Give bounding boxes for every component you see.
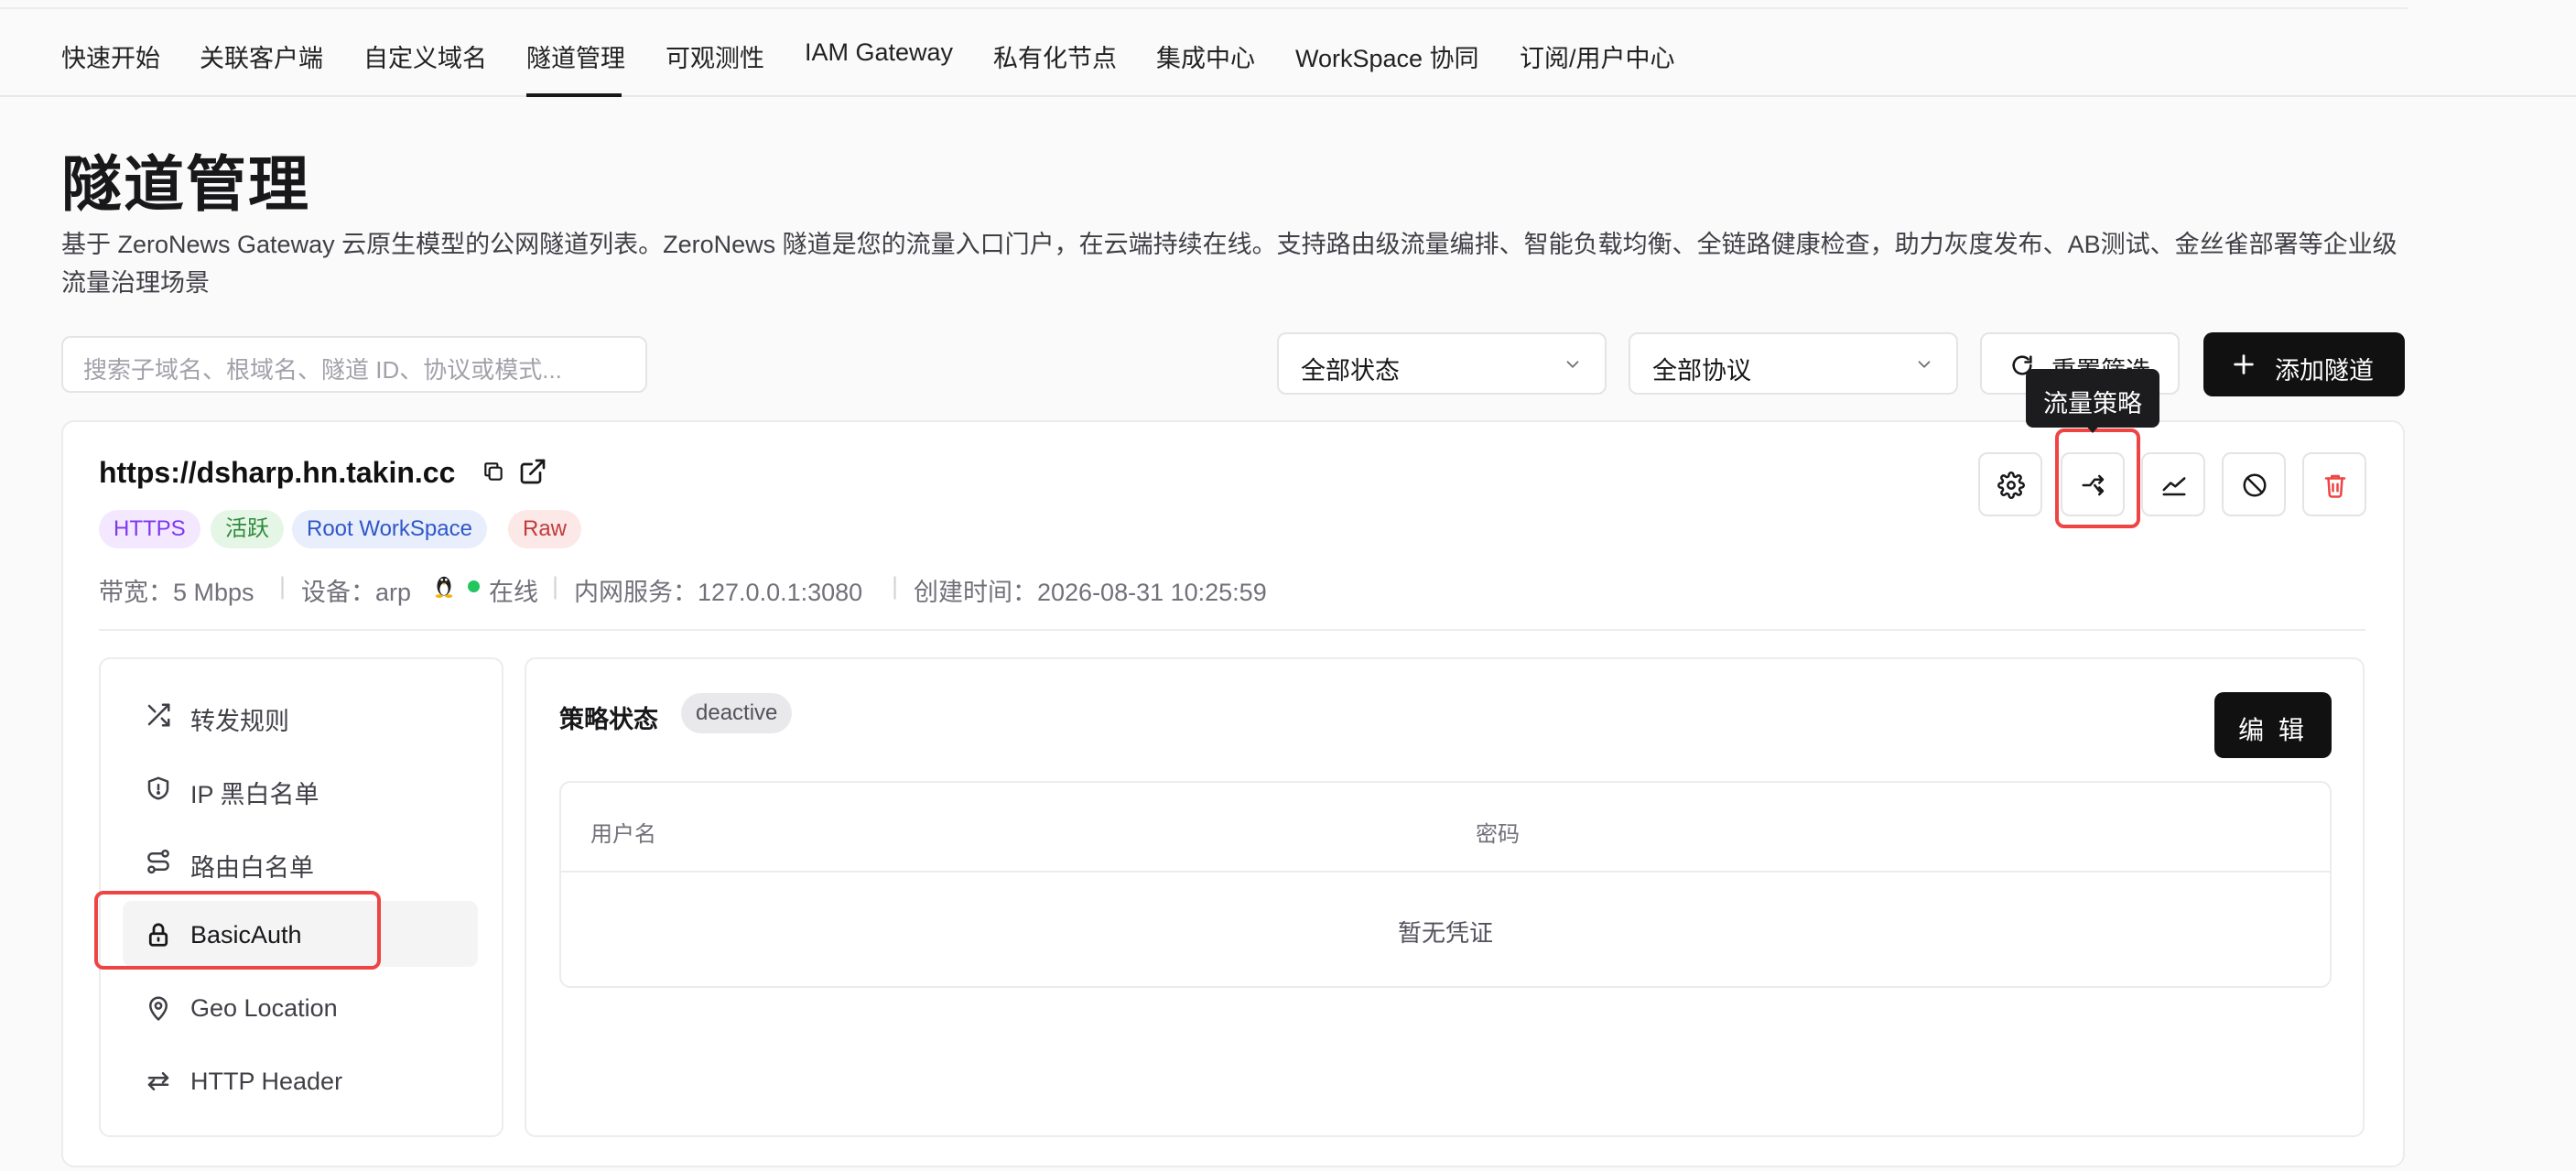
metrics-button[interactable] <box>2141 452 2205 516</box>
meta-separator: | <box>892 572 899 600</box>
menu-item-label: Geo Location <box>190 994 338 1022</box>
page-description: 基于 ZeroNews Gateway 云原生模型的公网隧道列表。ZeroNew… <box>61 231 2397 297</box>
column-header-password: 密码 <box>1476 822 1520 847</box>
service-text: 内网服务：127.0.0.1:3080 <box>574 579 863 606</box>
top-nav: 快速开始 关联客户端 自定义域名 隧道管理 可观测性 IAM Gateway 私… <box>0 9 2576 97</box>
card-divider <box>99 629 2365 631</box>
highlight-box <box>2055 428 2140 528</box>
menu-item-label: HTTP Header <box>190 1068 343 1095</box>
shield-icon <box>147 776 169 800</box>
highlight-box <box>94 891 381 970</box>
location-pin-icon <box>149 996 168 1021</box>
nav-active-indicator <box>526 93 622 97</box>
protocol-select-value: 全部协议 <box>1652 357 1751 385</box>
nav-item-quickstart[interactable]: 快速开始 <box>61 38 160 74</box>
policy-status-label: 策略状态 <box>559 706 658 733</box>
external-link-icon[interactable] <box>518 457 547 486</box>
plus-icon <box>2234 354 2254 374</box>
online-text: 在线 <box>489 579 538 606</box>
menu-item-route-whitelist[interactable]: 路由白名单 <box>145 834 474 889</box>
page-title: 隧道管理 <box>61 150 310 218</box>
menu-item-label: 转发规则 <box>190 708 289 735</box>
nav-item-private-nodes[interactable]: 私有化节点 <box>993 38 1117 74</box>
table-header-divider <box>561 871 2330 873</box>
search-input[interactable]: 搜索子域名、根域名、隧道 ID、协议或模式... <box>61 336 647 393</box>
swap-arrows-icon <box>147 1072 169 1090</box>
route-icon <box>147 849 169 874</box>
add-tunnel-label: 添加隧道 <box>2275 357 2374 385</box>
menu-item-geo-location[interactable]: Geo Location <box>145 981 474 1035</box>
meta-separator: | <box>279 572 287 600</box>
nav-item-custom-domain[interactable]: 自定义域名 <box>363 38 487 74</box>
tooltip-arrow <box>2084 424 2101 433</box>
nav-item-workspace[interactable]: WorkSpace 协同 <box>1295 38 1479 74</box>
policy-status-badge: deactive <box>681 693 793 733</box>
column-header-username: 用户名 <box>590 822 656 847</box>
nav-item-integrations[interactable]: 集成中心 <box>1156 38 1255 74</box>
copy-icon[interactable] <box>482 460 505 483</box>
nav-item-subscription[interactable]: 订阅/用户中心 <box>1520 38 1675 74</box>
empty-state-text: 暂无凭证 <box>1397 919 1493 947</box>
tunnel-url[interactable]: https://dsharp.hn.takin.cc <box>99 456 455 490</box>
edit-button[interactable]: 编 辑 <box>2214 692 2332 758</box>
online-status-dot <box>468 580 480 592</box>
mode-badge: Raw <box>508 510 582 548</box>
tooltip: 流量策略 <box>2026 369 2159 433</box>
menu-item-ip-list[interactable]: IP 黑白名单 <box>145 761 474 816</box>
settings-button[interactable] <box>1978 452 2042 516</box>
shuffle-icon <box>147 703 170 727</box>
line-chart-icon <box>2162 477 2186 496</box>
disable-button[interactable] <box>2222 452 2286 516</box>
menu-item-forward-rules[interactable]: 转发规则 <box>145 688 474 743</box>
gear-icon <box>1997 472 2025 499</box>
protocol-badge: HTTPS <box>99 510 200 548</box>
edit-button-label: 编 辑 <box>2238 716 2308 744</box>
status-select[interactable]: 全部状态 <box>1277 332 1607 395</box>
chevron-down-icon <box>1918 361 1931 368</box>
linux-icon <box>435 576 453 598</box>
ban-icon <box>2243 473 2267 497</box>
nav-item-iam-gateway[interactable]: IAM Gateway <box>805 38 953 67</box>
created-time-text: 创建时间：2026-08-31 10:25:59 <box>914 579 1267 606</box>
nav-item-observability[interactable]: 可观测性 <box>666 38 764 74</box>
state-badge: 活跃 <box>211 510 284 548</box>
meta-separator: | <box>552 572 559 600</box>
trash-icon <box>2324 474 2346 498</box>
bandwidth-text: 带宽：5 Mbps <box>99 579 254 606</box>
nav-item-clients[interactable]: 关联客户端 <box>200 38 323 74</box>
menu-item-http-header[interactable]: HTTP Header <box>145 1054 474 1109</box>
credentials-table: 用户名 密码 暂无凭证 <box>559 781 2332 988</box>
nav-item-tunnels[interactable]: 隧道管理 <box>526 38 625 74</box>
add-tunnel-button[interactable]: 添加隧道 <box>2203 332 2405 396</box>
tooltip-text: 流量策略 <box>2043 390 2142 417</box>
workspace-badge: Root WorkSpace <box>292 510 487 548</box>
protocol-select[interactable]: 全部协议 <box>1629 332 1958 395</box>
status-select-value: 全部状态 <box>1301 357 1400 385</box>
menu-item-label: IP 黑白名单 <box>190 781 319 808</box>
search-placeholder: 搜索子域名、根域名、隧道 ID、协议或模式... <box>83 356 562 384</box>
device-text: 设备：arp <box>301 579 412 606</box>
menu-item-label: 路由白名单 <box>190 854 314 882</box>
delete-button[interactable] <box>2302 452 2366 516</box>
chevron-down-icon <box>1566 361 1579 368</box>
